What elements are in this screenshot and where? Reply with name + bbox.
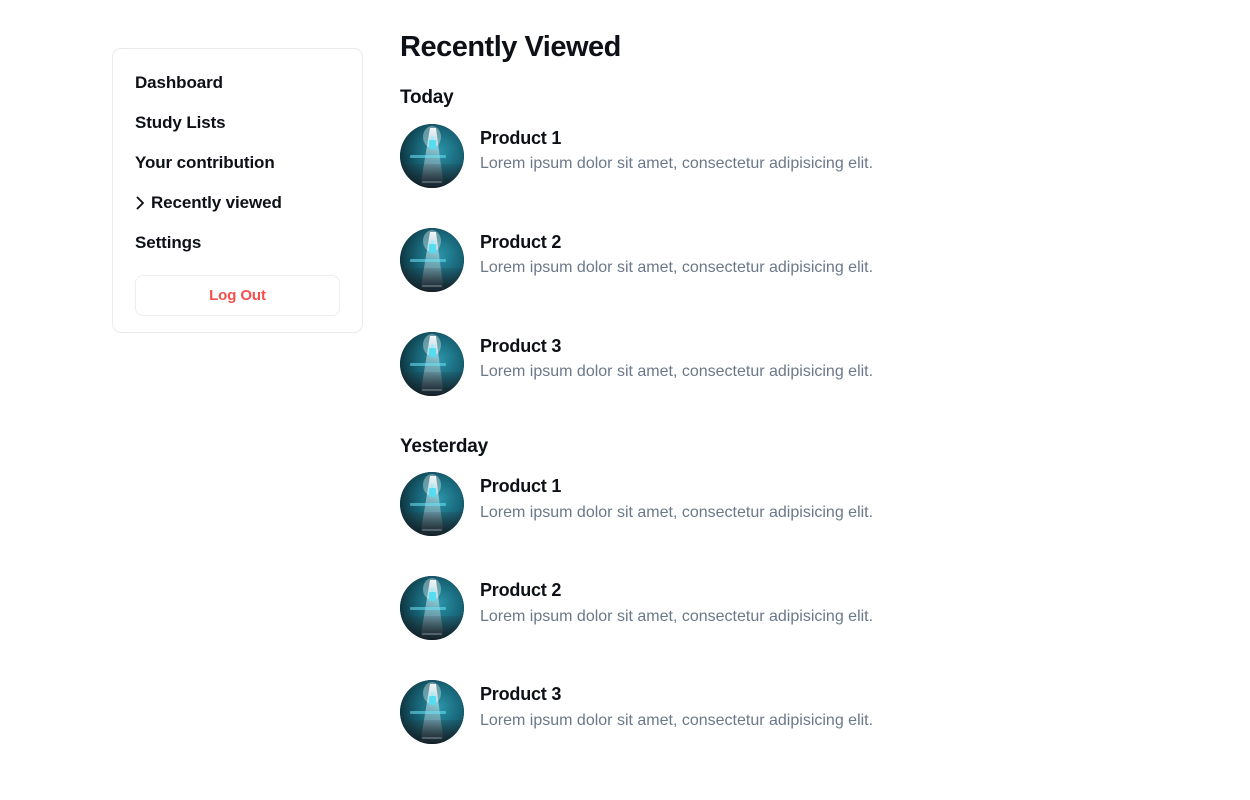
log-out-button[interactable]: Log Out (135, 275, 340, 316)
product-description: Lorem ipsum dolor sit amet, consectetur … (480, 154, 874, 172)
product-description: Lorem ipsum dolor sit amet, consectetur … (480, 607, 874, 625)
product-description: Lorem ipsum dolor sit amet, consectetur … (480, 258, 874, 276)
product-list-item[interactable]: Product 1 Lorem ipsum dolor sit amet, con… (400, 472, 1210, 537)
product-list: Product 1 Lorem ipsum dolor sit amet, con… (400, 123, 1210, 396)
sidebar-item-recently-viewed[interactable]: Recently viewed (135, 183, 340, 223)
product-description: Lorem ipsum dolor sit amet, consectetur … (480, 711, 874, 729)
product-list-item[interactable]: Product 3 Lorem ipsum dolor sit amet, con… (400, 331, 1210, 396)
product-thumbnail[interactable] (400, 576, 464, 641)
product-list: Product 1 Lorem ipsum dolor sit amet, con… (400, 472, 1210, 745)
sidebar-item-label: Dashboard (135, 73, 223, 92)
product-thumbnail[interactable] (400, 123, 464, 188)
sidebar-nav-list: Dashboard Study Lists Your contribution Rec… (135, 63, 340, 263)
product-title: Product 1 (480, 127, 562, 148)
sidebar-item-settings[interactable]: Settings (135, 223, 340, 263)
sidebar-item-label: Recently viewed (151, 193, 282, 212)
product-text: Product 2 Lorem ipsum dolor sit amet, con… (480, 228, 873, 280)
product-thumbnail[interactable] (400, 331, 464, 396)
product-groups: Today Product 1 Lorem ipsum dolor sit am… (400, 87, 1210, 745)
sidebar-item-label: Your contribution (135, 153, 275, 172)
product-title: Product 3 (480, 335, 562, 356)
group-title: Yesterday (400, 435, 488, 457)
product-thumbnail[interactable] (400, 472, 464, 537)
product-list-item[interactable]: Product 2 Lorem ipsum dolor sit amet, con… (400, 227, 1210, 292)
sidebar-item-dashboard[interactable]: Dashboard (135, 63, 340, 103)
product-list-item[interactable]: Product 3 Lorem ipsum dolor sit amet, con… (400, 680, 1210, 745)
sidebar-item-study-lists[interactable]: Study Lists (135, 103, 340, 143)
product-thumbnail[interactable] (400, 680, 464, 745)
product-title: Product 3 (480, 684, 562, 705)
product-description: Lorem ipsum dolor sit amet, consectetur … (480, 503, 874, 521)
product-list-item[interactable]: Product 1 Lorem ipsum dolor sit amet, con… (400, 123, 1210, 188)
product-text: Product 1 Lorem ipsum dolor sit amet, con… (480, 472, 873, 524)
page-title: Recently Viewed (400, 31, 621, 63)
sidebar-item-label: Study Lists (135, 113, 226, 132)
product-title: Product 1 (480, 476, 562, 497)
product-text: Product 2 Lorem ipsum dolor sit amet, con… (480, 576, 873, 628)
product-group: Yesterday Product 1 Lorem ipsum dolor si… (400, 436, 1210, 745)
product-description: Lorem ipsum dolor sit amet, consectetur … (480, 362, 874, 380)
product-text: Product 3 Lorem ipsum dolor sit amet, con… (480, 332, 873, 384)
sidebar-item-label: Settings (135, 233, 202, 252)
product-group: Today Product 1 Lorem ipsum dolor sit am… (400, 87, 1210, 396)
sidebar-item-your-contribution[interactable]: Your contribution (135, 143, 340, 183)
sidebar: Dashboard Study Lists Your contribution Rec… (0, 0, 400, 333)
group-title: Today (400, 86, 454, 108)
product-text: Product 3 Lorem ipsum dolor sit amet, con… (480, 680, 873, 732)
main-content: Recently Viewed Today Product 1 Lorem ip… (400, 0, 1250, 784)
chevron-right-icon (135, 196, 146, 211)
product-title: Product 2 (480, 580, 562, 601)
product-list-item[interactable]: Product 2 Lorem ipsum dolor sit amet, con… (400, 576, 1210, 641)
product-thumbnail[interactable] (400, 227, 464, 292)
recently-viewed-page: Dashboard Study Lists Your contribution Rec… (0, 0, 1250, 800)
product-title: Product 2 (480, 231, 562, 252)
product-text: Product 1 Lorem ipsum dolor sit amet, con… (480, 124, 873, 176)
sidebar-card: Dashboard Study Lists Your contribution Rec… (112, 48, 363, 333)
